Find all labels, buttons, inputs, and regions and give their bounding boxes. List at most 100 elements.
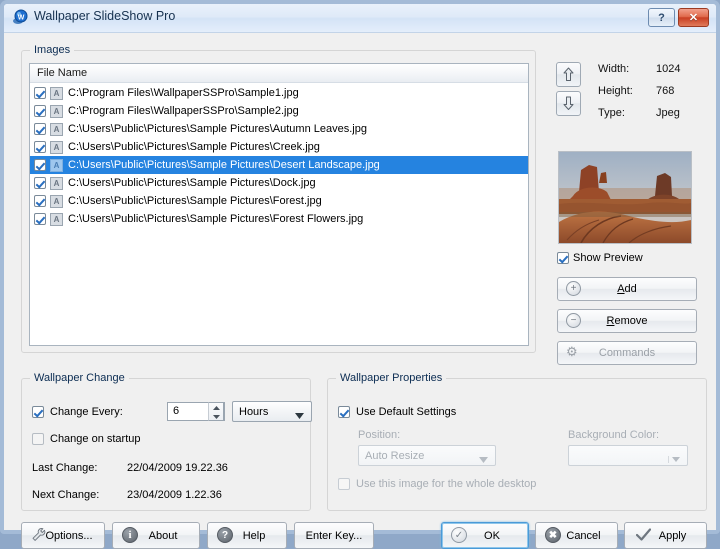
whole-desktop-row[interactable]: Use this image for the whole desktop xyxy=(338,478,536,490)
window-title: Wallpaper SlideShow Pro xyxy=(34,9,176,23)
app-window: W Wallpaper SlideShow Pro ? ✕ Images Fil… xyxy=(0,0,720,549)
column-header-file-name: File Name xyxy=(37,67,88,79)
titlebar-help-button[interactable]: ? xyxy=(648,8,675,27)
table-row[interactable]: A C:\Users\Public\Pictures\Sample Picture… xyxy=(30,174,528,192)
remove-button[interactable]: − Remove xyxy=(557,309,697,333)
add-button-accel: A xyxy=(617,283,625,295)
app-logo-icon: W xyxy=(12,9,29,26)
wrench-icon xyxy=(31,527,47,546)
whole-desktop-checkbox[interactable] xyxy=(338,478,350,490)
titlebar-close-button[interactable]: ✕ xyxy=(678,8,709,27)
desert-landscape-preview-image xyxy=(559,152,691,243)
image-width-value: 1024 xyxy=(656,63,681,75)
row-file-path: C:\Program Files\WallpaperSSPro\Sample2.… xyxy=(68,105,299,117)
change-on-startup-checkbox[interactable] xyxy=(32,433,44,445)
row-attribute-icon[interactable]: A xyxy=(50,86,63,100)
row-checkbox[interactable] xyxy=(34,213,46,225)
images-group: Images File Name A C:\Program Files\Wallp… xyxy=(21,44,536,353)
wallpaper-properties-group: Wallpaper Properties Use Default Setting… xyxy=(327,372,707,511)
check-circle-icon: ✓ xyxy=(451,527,467,543)
use-default-settings-label: Use Default Settings xyxy=(356,406,457,418)
row-file-path: C:\Users\Public\Pictures\Sample Pictures… xyxy=(68,141,320,153)
chevron-down-icon xyxy=(667,454,682,466)
chevron-down-icon xyxy=(295,410,304,422)
position-select[interactable]: Auto Resize xyxy=(358,445,496,466)
change-on-startup-row[interactable]: Change on startup xyxy=(32,433,141,445)
row-attribute-icon[interactable]: A xyxy=(50,104,63,118)
use-default-settings-row[interactable]: Use Default Settings xyxy=(338,406,456,418)
apply-button[interactable]: Apply xyxy=(624,522,707,549)
move-down-button[interactable] xyxy=(556,91,581,116)
row-attribute-icon[interactable]: A xyxy=(50,212,63,226)
cancel-button[interactable]: ✖ Cancel xyxy=(535,522,618,549)
gear-icon: ⚙ xyxy=(566,344,578,359)
table-row[interactable]: A C:\Users\Public\Pictures\Sample Picture… xyxy=(30,192,528,210)
file-list-rows: A C:\Program Files\WallpaperSSPro\Sample1… xyxy=(30,84,528,345)
about-button[interactable]: i About xyxy=(112,522,200,549)
title-bar: W Wallpaper SlideShow Pro ? ✕ xyxy=(4,4,716,33)
table-row[interactable]: A C:\Users\Public\Pictures\Sample Picture… xyxy=(30,120,528,138)
image-height-value: 768 xyxy=(656,85,675,97)
row-file-path: C:\Users\Public\Pictures\Sample Pictures… xyxy=(68,123,367,135)
row-attribute-icon[interactable]: A xyxy=(50,194,63,208)
interval-unit-select[interactable]: Hours xyxy=(232,401,312,422)
svg-text:W: W xyxy=(18,15,25,22)
image-type-label: Type: xyxy=(598,107,625,119)
interval-spinner[interactable] xyxy=(208,402,224,421)
row-file-path: C:\Program Files\WallpaperSSPro\Sample1.… xyxy=(68,87,299,99)
row-attribute-icon[interactable]: A xyxy=(50,176,63,190)
move-up-button[interactable] xyxy=(556,62,581,87)
use-default-settings-checkbox[interactable] xyxy=(338,406,350,418)
table-row[interactable]: A C:\Program Files\WallpaperSSPro\Sample1… xyxy=(30,84,528,102)
table-row[interactable]: A C:\Users\Public\Pictures\Sample Picture… xyxy=(30,210,528,228)
commands-button-label: Commands xyxy=(598,347,656,359)
row-attribute-icon[interactable]: A xyxy=(50,122,63,136)
help-button[interactable]: ? Help xyxy=(207,522,287,549)
row-checkbox[interactable] xyxy=(34,159,46,171)
spinner-down-icon[interactable] xyxy=(209,412,223,421)
wallpaper-change-group: Wallpaper Change Change Every: 6 Hours C… xyxy=(21,372,312,511)
row-file-path: C:\Users\Public\Pictures\Sample Pictures… xyxy=(68,159,380,171)
change-on-startup-label: Change on startup xyxy=(50,433,141,445)
help-button-label: Help xyxy=(242,529,266,542)
image-type-value: Jpeg xyxy=(656,107,680,119)
row-file-path: C:\Users\Public\Pictures\Sample Pictures… xyxy=(68,195,322,207)
row-checkbox[interactable] xyxy=(34,177,46,189)
position-label: Position: xyxy=(358,429,401,441)
change-every-label: Change Every: xyxy=(50,406,123,418)
row-checkbox[interactable] xyxy=(34,195,46,207)
file-list[interactable]: File Name A C:\Program Files\WallpaperSSP… xyxy=(29,63,529,346)
about-button-label: About xyxy=(148,529,178,542)
row-file-path: C:\Users\Public\Pictures\Sample Pictures… xyxy=(68,177,316,189)
background-color-select[interactable] xyxy=(568,445,688,466)
show-preview-label: Show Preview xyxy=(573,252,643,264)
minus-circle-icon: − xyxy=(566,313,581,328)
change-every-row[interactable]: Change Every: xyxy=(32,406,123,418)
question-circle-icon: ? xyxy=(217,527,233,543)
add-button-label-rest: dd xyxy=(624,283,637,295)
row-checkbox[interactable] xyxy=(34,123,46,135)
row-attribute-icon[interactable]: A xyxy=(50,140,63,154)
row-checkbox[interactable] xyxy=(34,105,46,117)
table-row[interactable]: A C:\Users\Public\Pictures\Sample Picture… xyxy=(30,156,528,174)
commands-button[interactable]: ⚙ Commands xyxy=(557,341,697,365)
ok-button-label: OK xyxy=(484,529,500,542)
image-height-label: Height: xyxy=(598,85,633,97)
table-row[interactable]: A C:\Users\Public\Pictures\Sample Picture… xyxy=(30,138,528,156)
ok-button[interactable]: ✓ OK xyxy=(441,522,529,549)
add-button[interactable]: + Add xyxy=(557,277,697,301)
file-list-header[interactable]: File Name xyxy=(30,64,528,83)
options-button[interactable]: Options... xyxy=(21,522,105,549)
show-preview-row[interactable]: Show Preview xyxy=(557,252,643,264)
spinner-up-icon[interactable] xyxy=(209,403,223,412)
dialog-client-area: Images File Name A C:\Program Files\Wallp… xyxy=(4,33,716,549)
table-row[interactable]: A C:\Program Files\WallpaperSSPro\Sample2… xyxy=(30,102,528,120)
row-checkbox[interactable] xyxy=(34,141,46,153)
row-checkbox[interactable] xyxy=(34,87,46,99)
show-preview-checkbox[interactable] xyxy=(557,252,569,264)
arrow-down-icon xyxy=(563,96,574,110)
enter-key-button[interactable]: Enter Key... xyxy=(294,522,374,549)
row-attribute-icon[interactable]: A xyxy=(50,158,63,172)
enter-key-button-label: Enter Key... xyxy=(305,529,363,542)
change-every-checkbox[interactable] xyxy=(32,406,44,418)
